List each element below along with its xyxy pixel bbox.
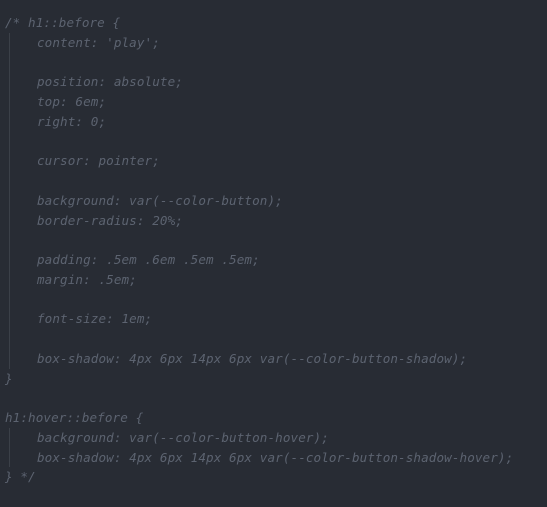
indent-guide: [9, 250, 10, 270]
code-line[interactable]: /* h1::before {: [0, 13, 547, 33]
code-line[interactable]: [0, 230, 547, 250]
code-line[interactable]: h1:hover::before {: [0, 408, 547, 428]
code-line-text: box-shadow: 4px 6px 14px 6px var(--color…: [37, 449, 514, 465]
code-line[interactable]: font-size: 1em;: [0, 309, 547, 329]
indent-guide: [9, 329, 10, 349]
code-line-text: h1:hover::before {: [5, 410, 144, 425]
code-line-text: /* h1::before {: [5, 15, 121, 30]
code-line[interactable]: background: var(--color-button-hover);: [0, 427, 547, 448]
code-line-text: box-shadow: 4px 6px 14px 6px var(--color…: [37, 350, 468, 366]
indent-guide: [9, 190, 10, 211]
code-line[interactable]: top: 6em;: [0, 92, 547, 112]
code-line-text: content: 'play';: [37, 34, 160, 50]
indent-guide: [9, 131, 10, 152]
indent-guide: [9, 447, 10, 468]
indent-guide: [9, 309, 10, 329]
indent-guide: [9, 151, 10, 171]
indent-guide: [9, 348, 10, 369]
code-line-text: position: absolute;: [37, 74, 183, 90]
indent-guide: [9, 269, 10, 290]
indent-guide: [9, 230, 10, 250]
code-line-text: font-size: 1em;: [37, 311, 153, 327]
code-line-text: top: 6em;: [37, 94, 107, 109]
code-line[interactable]: [0, 289, 547, 310]
indent-guide: [9, 171, 10, 191]
code-line-text: right: 0;: [37, 113, 107, 129]
code-line[interactable]: } */: [0, 467, 547, 487]
indent-guide: [9, 427, 10, 448]
code-line-text: border-radius: 20%;: [37, 212, 183, 228]
code-line-text: }: [5, 370, 13, 386]
code-lines: /* h1::before {content: 'play';position:…: [0, 13, 547, 487]
indent-guide: [9, 289, 10, 310]
code-line[interactable]: right: 0;: [0, 111, 547, 132]
code-line[interactable]: background: var(--color-button);: [0, 190, 547, 211]
code-line-text: background: var(--color-button-hover);: [37, 429, 329, 445]
code-line[interactable]: box-shadow: 4px 6px 14px 6px var(--color…: [0, 348, 547, 369]
code-line[interactable]: [0, 388, 547, 408]
code-line-text: background: var(--color-button);: [37, 192, 283, 208]
code-line[interactable]: box-shadow: 4px 6px 14px 6px var(--color…: [0, 447, 547, 468]
code-line[interactable]: }: [0, 369, 547, 389]
indent-guide: [9, 32, 10, 53]
indent-guide: [9, 111, 10, 132]
code-line[interactable]: margin: .5em;: [0, 269, 547, 290]
indent-guide: [9, 92, 10, 112]
code-line[interactable]: [0, 131, 547, 152]
code-line[interactable]: [0, 171, 547, 191]
code-line[interactable]: [0, 329, 547, 349]
code-line-text: margin: .5em;: [37, 271, 137, 287]
code-line-text: } */: [5, 469, 36, 485]
code-line[interactable]: [0, 52, 547, 73]
indent-guide: [9, 72, 10, 92]
code-line-text: padding: .5em .6em .5em .5em;: [37, 252, 260, 267]
indent-guide: [9, 52, 10, 73]
code-line-text: cursor: pointer;: [37, 153, 160, 169]
code-editor[interactable]: /* h1::before {content: 'play';position:…: [0, 0, 547, 507]
code-line[interactable]: position: absolute;: [0, 72, 547, 92]
code-line[interactable]: content: 'play';: [0, 32, 547, 53]
code-line[interactable]: cursor: pointer;: [0, 151, 547, 171]
code-line[interactable]: border-radius: 20%;: [0, 210, 547, 231]
indent-guide: [9, 210, 10, 231]
code-line[interactable]: padding: .5em .6em .5em .5em;: [0, 250, 547, 270]
